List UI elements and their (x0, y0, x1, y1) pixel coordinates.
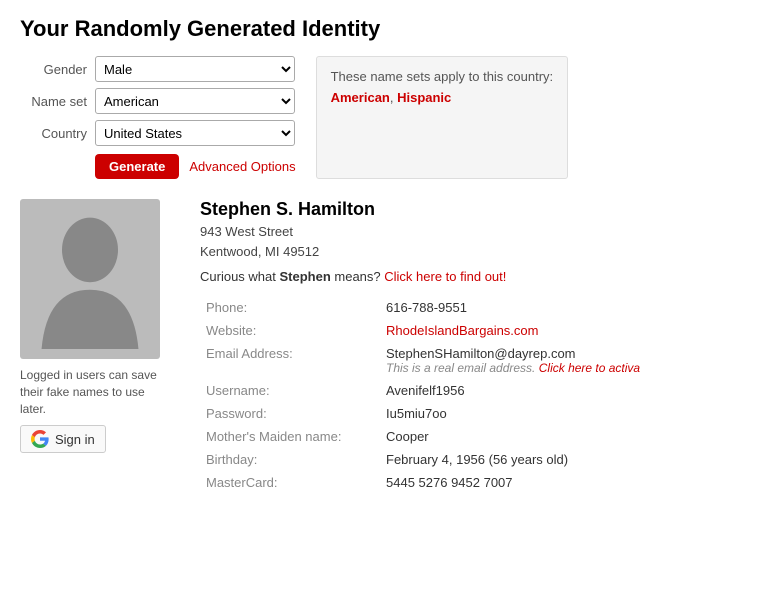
website-value: RhodeIslandBargains.com (380, 319, 740, 342)
email-label: Email Address: (200, 342, 380, 379)
maiden-value: Cooper (380, 425, 740, 448)
table-row: Password: Iu5miu7oo (200, 402, 740, 425)
email-value: StephenSHamilton@dayrep.com This is a re… (380, 342, 740, 379)
login-note: Logged in users can save their fake name… (20, 367, 160, 417)
signin-label: Sign in (55, 432, 95, 447)
table-row: Username: Avenifelf1956 (200, 379, 740, 402)
nameset-info-box: These name sets apply to this country: A… (316, 56, 569, 179)
address-line1: 943 West Street (200, 224, 293, 239)
birthday-label: Birthday: (200, 448, 380, 471)
advanced-options-link[interactable]: Advanced Options (189, 159, 295, 174)
avatar-silhouette (35, 209, 145, 349)
left-column: Logged in users can save their fake name… (20, 199, 180, 494)
name-meaning-post: means? (331, 269, 384, 284)
website-label: Website: (200, 319, 380, 342)
table-row: Phone: 616-788-9551 (200, 296, 740, 319)
email-note: This is a real email address. Click here… (386, 361, 734, 375)
gender-select[interactable]: Male Female (95, 56, 295, 82)
table-row: Website: RhodeIslandBargains.com (200, 319, 740, 342)
name-meaning: Curious what Stephen means? Click here t… (200, 269, 740, 284)
table-row: Mother's Maiden name: Cooper (200, 425, 740, 448)
gender-label: Gender (20, 62, 95, 77)
address-line2: Kentwood, MI 49512 (200, 244, 319, 259)
username-label: Username: (200, 379, 380, 402)
phone-label: Phone: (200, 296, 380, 319)
person-name: Stephen S. Hamilton (200, 199, 740, 220)
generate-button[interactable]: Generate (95, 154, 179, 179)
name-meaning-pre: Curious what (200, 269, 279, 284)
table-row: MasterCard: 5445 5276 9452 7007 (200, 471, 740, 494)
password-value: Iu5miu7oo (380, 402, 740, 425)
details-table: Phone: 616-788-9551 Website: RhodeIsland… (200, 296, 740, 494)
nameset-select[interactable]: American Hispanic French German Italian (95, 88, 295, 114)
person-address: 943 West Street Kentwood, MI 49512 (200, 222, 740, 261)
avatar (20, 199, 160, 359)
name-meaning-link[interactable]: Click here to find out! (384, 269, 506, 284)
birthday-value: February 4, 1956 (56 years old) (380, 448, 740, 471)
website-link[interactable]: RhodeIslandBargains.com (386, 323, 538, 338)
mastercard-label: MasterCard: (200, 471, 380, 494)
signin-button[interactable]: Sign in (20, 425, 106, 453)
password-label: Password: (200, 402, 380, 425)
right-column: Stephen S. Hamilton 943 West Street Kent… (200, 199, 740, 494)
table-row: Birthday: February 4, 1956 (56 years old… (200, 448, 740, 471)
mastercard-value: 5445 5276 9452 7007 (380, 471, 740, 494)
nameset-label: Name set (20, 94, 95, 109)
google-icon (31, 430, 49, 448)
page-title: Your Randomly Generated Identity (20, 16, 740, 42)
country-label: Country (20, 126, 95, 141)
nameset-info-text: These name sets apply to this country: (331, 69, 554, 84)
phone-value: 616-788-9551 (380, 296, 740, 319)
country-select[interactable]: United States Canada United Kingdom Aust… (95, 120, 295, 146)
nameset-american-link[interactable]: American (331, 90, 390, 105)
name-meaning-name: Stephen (279, 269, 330, 284)
identity-form: Gender Male Female Name set American His… (20, 56, 296, 179)
nameset-hispanic-link[interactable]: Hispanic (397, 90, 451, 105)
username-value: Avenifelf1956 (380, 379, 740, 402)
maiden-label: Mother's Maiden name: (200, 425, 380, 448)
email-activate-link[interactable]: Click here to activa (539, 361, 640, 375)
table-row: Email Address: StephenSHamilton@dayrep.c… (200, 342, 740, 379)
